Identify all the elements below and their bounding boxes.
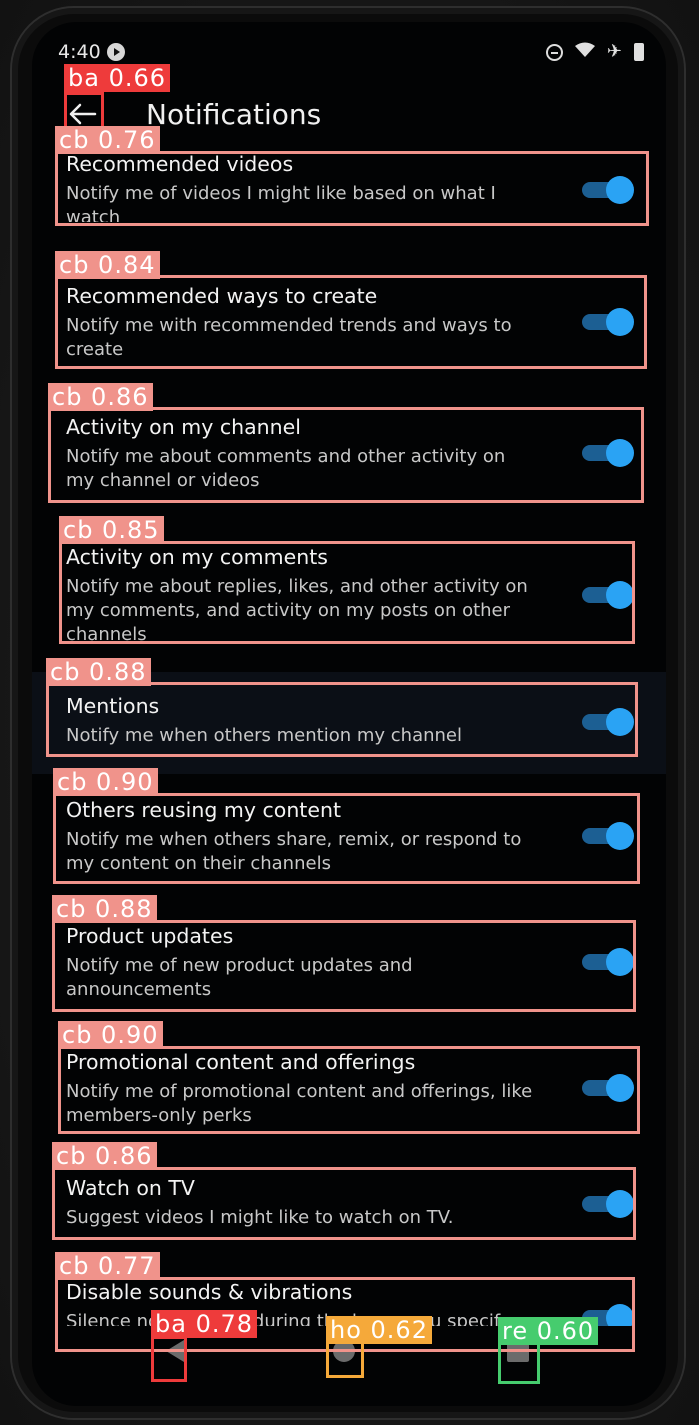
- setting-description: Notify me when others mention my channel: [66, 725, 462, 746]
- toggle-switch[interactable]: [580, 1074, 636, 1102]
- setting-recommended-ways-to-create[interactable]: Recommended ways to create Notify me wit…: [32, 284, 666, 364]
- detection-label: ba 0.78: [151, 1310, 258, 1338]
- setting-product-updates[interactable]: Product updates Notify me of new product…: [32, 924, 666, 1004]
- setting-title: Disable sounds & vibrations: [66, 1280, 353, 1304]
- detection-label: cb 0.88: [52, 895, 157, 923]
- toggle-knob: [606, 176, 634, 204]
- toggle-switch[interactable]: [580, 581, 636, 609]
- toggle-knob: [606, 581, 634, 609]
- setting-others-reusing-my-content[interactable]: Others reusing my content Notify me when…: [32, 798, 666, 878]
- toggle-knob: [606, 439, 634, 467]
- wifi-icon: [574, 42, 595, 62]
- phone-screen: 4:40 ✈ Notifications Recommended videos …: [32, 22, 666, 1406]
- setting-title: Promotional content and offerings: [66, 1050, 416, 1074]
- toggle-knob: [606, 1190, 634, 1218]
- status-icons: ✈: [545, 41, 644, 62]
- setting-recommended-videos[interactable]: Recommended videos Notify me of videos I…: [32, 150, 666, 230]
- detection-label: cb 0.86: [52, 1142, 157, 1170]
- setting-description: Notify me about comments and other activ…: [66, 446, 506, 491]
- detection-label: cb 0.90: [53, 768, 158, 796]
- battery-icon: [634, 43, 644, 61]
- detection-label: ho 0.62: [326, 1316, 432, 1344]
- setting-title: Recommended ways to create: [66, 284, 378, 308]
- toggle-switch[interactable]: [580, 439, 636, 467]
- setting-title: Others reusing my content: [66, 798, 341, 822]
- setting-title: Product updates: [66, 924, 234, 948]
- setting-watch-on-tv[interactable]: Watch on TV Suggest videos I might like …: [32, 1176, 666, 1236]
- detection-label: cb 0.76: [55, 126, 160, 154]
- setting-description: Notify me of new product updates and ann…: [66, 955, 413, 1000]
- toggle-switch[interactable]: [580, 308, 636, 336]
- do-not-disturb-icon: [545, 43, 563, 61]
- detection-label: cb 0.86: [48, 383, 153, 411]
- setting-description: Silence notifications during the hours y…: [66, 1311, 511, 1326]
- detection-label: re 0.60: [498, 1317, 599, 1345]
- setting-description: Notify me with recommended trends and wa…: [66, 315, 512, 360]
- nav-back-button[interactable]: [166, 1340, 184, 1362]
- setting-promotional-content[interactable]: Promotional content and offerings Notify…: [32, 1050, 666, 1130]
- airplane-mode-icon: ✈: [606, 41, 622, 62]
- setting-mentions[interactable]: Mentions Notify me when others mention m…: [32, 694, 666, 754]
- toggle-switch[interactable]: [580, 822, 636, 850]
- toggle-knob: [606, 1074, 634, 1102]
- toggle-switch[interactable]: [580, 708, 636, 736]
- setting-title: Recommended videos: [66, 152, 294, 176]
- detection-label: cb 0.85: [59, 516, 164, 544]
- toggle-knob: [606, 308, 634, 336]
- detection-label: cb 0.88: [46, 658, 151, 686]
- setting-activity-on-my-comments[interactable]: Activity on my comments Notify me about …: [32, 545, 666, 645]
- detection-label: cb 0.90: [58, 1021, 163, 1049]
- setting-title: Activity on my comments: [66, 545, 328, 569]
- toggle-switch[interactable]: [580, 176, 636, 204]
- setting-description: Notify me of videos I might like based o…: [66, 183, 496, 222]
- setting-description: Notify me when others share, remix, or r…: [66, 829, 522, 874]
- setting-title: Mentions: [66, 694, 160, 718]
- arrow-back-icon: [69, 103, 97, 125]
- detection-label: ba 0.66: [64, 64, 171, 92]
- setting-activity-on-my-channel[interactable]: Activity on my channel Notify me about c…: [32, 415, 666, 495]
- phone-background: 4:40 ✈ Notifications Recommended videos …: [0, 0, 699, 1425]
- toggle-knob: [606, 708, 634, 736]
- setting-description: Suggest videos I might like to watch on …: [66, 1207, 454, 1228]
- status-bar: 4:40 ✈: [58, 40, 644, 64]
- detection-label: cb 0.77: [55, 1252, 160, 1280]
- setting-description: Notify me of promotional content and off…: [66, 1081, 533, 1126]
- page-title: Notifications: [146, 98, 322, 131]
- toggle-knob: [606, 1304, 634, 1326]
- status-time: 4:40: [58, 41, 101, 63]
- setting-description: Notify me about replies, likes, and othe…: [66, 576, 528, 645]
- toggle-switch[interactable]: [580, 948, 636, 976]
- setting-title: Watch on TV: [66, 1176, 195, 1200]
- toggle-knob: [606, 822, 634, 850]
- youtube-notification-icon: [106, 43, 125, 61]
- toggle-switch[interactable]: [580, 1190, 636, 1218]
- setting-title: Activity on my channel: [66, 415, 301, 439]
- toggle-knob: [606, 948, 634, 976]
- detection-label: cb 0.84: [55, 251, 160, 279]
